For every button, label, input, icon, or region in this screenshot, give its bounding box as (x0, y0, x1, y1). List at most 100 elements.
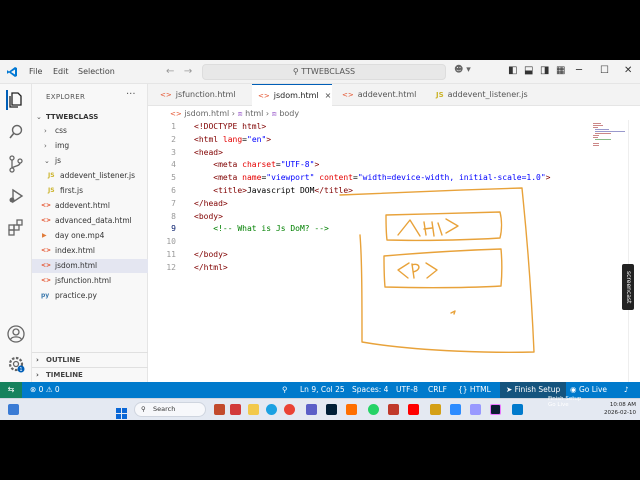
app-icon-3[interactable] (346, 404, 357, 415)
code-line[interactable]: <title>Javascript DOM</title> (194, 186, 353, 195)
app-icon-5[interactable] (430, 404, 441, 415)
search-icon[interactable] (6, 122, 26, 142)
line-number: 1 (171, 122, 176, 131)
indentation[interactable]: Spaces: 4 (352, 382, 388, 398)
close-tab-icon[interactable]: × (325, 91, 332, 100)
nav-arrows[interactable]: ← → (166, 66, 192, 77)
html-file-icon: <> (41, 202, 52, 209)
code-line[interactable]: </head> (194, 199, 228, 208)
code-line[interactable]: <!-- What is Js DoM? --> (194, 224, 329, 233)
command-center-search[interactable]: ⚲ TTWEBCLASS (202, 64, 446, 80)
tree-file-addevent-listener-js[interactable]: JS addevent_listener.js (32, 169, 148, 183)
tree-item-label: addevent.html (55, 201, 110, 210)
tree-folder-img[interactable]: › img (32, 139, 148, 153)
close-window-button[interactable]: ✕ (624, 65, 632, 76)
notifications-bell-icon[interactable]: ♪ (624, 382, 629, 398)
tree-file-index-html[interactable]: <> index.html (32, 244, 148, 258)
menu-selection[interactable]: Selection (78, 67, 115, 76)
tree-file-day-one-mp4[interactable]: ▶ day one.mp4 (32, 229, 148, 243)
language-mode[interactable]: {} HTML (458, 382, 491, 398)
tab-jsdom-html[interactable]: <> jsdom.html × (252, 84, 332, 106)
accounts-icon[interactable] (6, 324, 26, 344)
minimap[interactable] (590, 120, 630, 382)
app-icon-2[interactable] (230, 404, 241, 415)
line-ending[interactable]: CRLF (428, 382, 447, 398)
file-explorer-icon[interactable] (248, 404, 259, 415)
screencast-badge[interactable]: screencast (622, 264, 634, 310)
finish-setup-label: Finish Setup (514, 385, 561, 394)
menu-edit[interactable]: Edit (53, 67, 69, 76)
customize-layout-icon[interactable]: ▦ (556, 65, 565, 76)
tree-file-advanced-data-html[interactable]: <> advanced_data.html (32, 214, 148, 228)
code-token: > (266, 134, 272, 144)
code-line[interactable]: <meta name="viewport" content="width=dev… (194, 173, 550, 182)
widgets-icon[interactable] (8, 404, 19, 415)
timeline-section[interactable]: › TIMELINE (32, 367, 148, 382)
app-icon-4[interactable] (388, 404, 399, 415)
toggle-sidebar-icon[interactable]: ◧ (508, 65, 517, 76)
explorer-files-icon[interactable] (6, 90, 26, 110)
code-line[interactable]: </body> (194, 250, 228, 259)
explorer-more-button[interactable]: ··· (126, 89, 136, 100)
toggle-secondary-sidebar-icon[interactable]: ◨ (540, 65, 549, 76)
html-file-icon: <> (41, 262, 52, 269)
vscode-taskbar-icon[interactable] (512, 404, 523, 415)
encoding[interactable]: UTF-8 (396, 382, 418, 398)
breadcrumb-item[interactable]: jsdom.html (184, 109, 229, 118)
code-line[interactable]: </html> (194, 263, 228, 272)
chrome-icon[interactable] (284, 404, 295, 415)
remote-indicator-icon[interactable]: ⇆ (0, 382, 22, 398)
photoshop-icon[interactable] (326, 404, 337, 415)
tree-file-first-js[interactable]: JS first.js (32, 184, 148, 198)
code-editor[interactable]: 1 <!DOCTYPE html> 2 <html lang="en"> 3 <head>… (148, 120, 590, 382)
vertical-scrollbar[interactable] (628, 120, 640, 382)
code-line[interactable]: <head> (194, 148, 223, 157)
clock[interactable]: 10:08 AM 2026-02-10 (590, 401, 636, 417)
tab-jsfunction-html[interactable]: <> jsfunction.html (154, 84, 250, 106)
cursor-position[interactable]: Ln 9, Col 25 (300, 382, 345, 398)
tree-folder-css[interactable]: › css (32, 124, 148, 138)
zoom-icon[interactable]: ⚲ (282, 382, 288, 398)
tree-folder-js[interactable]: ⌄ js (32, 154, 148, 168)
maximize-button[interactable]: ☐ (600, 65, 609, 76)
tree-file-jsdom-html[interactable]: <> jsdom.html (32, 259, 148, 273)
code-token: <!-- What is Js DoM? --> (213, 224, 329, 234)
source-control-icon[interactable] (6, 154, 26, 174)
activity-bar: 1 (0, 84, 32, 382)
taskbar-search[interactable]: ⚲ Search (134, 402, 206, 417)
manage-gear-icon[interactable]: 1 (6, 354, 26, 374)
tree-file-practice-py[interactable]: py practice.py (32, 289, 148, 303)
tab-addevent-html[interactable]: <> addevent.html (334, 84, 422, 106)
breadcrumb-item[interactable]: html (245, 109, 263, 118)
youtube-icon[interactable] (408, 404, 419, 415)
teams-icon[interactable] (306, 404, 317, 415)
minimize-button[interactable]: ─ (576, 65, 582, 76)
edge-icon[interactable] (266, 404, 277, 415)
tree-item-label: index.html (55, 246, 95, 255)
menu-file[interactable]: File (29, 67, 42, 76)
premiere-icon[interactable] (470, 404, 481, 415)
workspace-root[interactable]: ⌄ TTWEBCLASS (32, 110, 148, 124)
breadcrumb-item[interactable]: body (279, 109, 299, 118)
breadcrumb: <> jsdom.html › ⧈ html › ⧈ body (170, 109, 299, 119)
toggle-panel-icon[interactable]: ⬓ (524, 65, 533, 76)
app-icon-1[interactable] (214, 404, 225, 415)
problems-indicator[interactable]: ⊗ 0 ⚠ 0 (30, 382, 60, 398)
tree-file-jsfunction-html[interactable]: <> jsfunction.html (32, 274, 148, 288)
run-debug-icon[interactable] (6, 186, 26, 206)
zoom-app-icon[interactable] (450, 404, 461, 415)
whatsapp-icon[interactable] (368, 404, 379, 415)
tab-addevent-listener-js[interactable]: JS addevent_listener.js (428, 84, 540, 106)
code-line[interactable]: <html lang="en"> (194, 135, 271, 144)
extensions-icon[interactable] (6, 218, 26, 238)
code-line[interactable]: <body> (194, 212, 223, 221)
code-line[interactable]: <meta charset="UTF-8"> (194, 160, 319, 169)
app-icon-6[interactable] (490, 404, 501, 415)
code-line[interactable]: <!DOCTYPE html> (194, 122, 266, 131)
start-button[interactable] (116, 404, 127, 419)
copilot-icon[interactable]: ☻ ▾ (454, 65, 471, 75)
tree-file-addevent-html[interactable]: <> addevent.html (32, 199, 148, 213)
tab-label: jsdom.html (273, 91, 319, 100)
outline-section[interactable]: › OUTLINE (32, 352, 148, 367)
